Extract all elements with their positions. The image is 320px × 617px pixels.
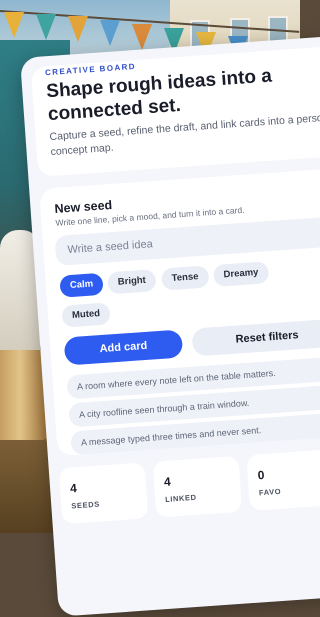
bunting-flag xyxy=(100,20,120,46)
stat-favorites: 0 FAVO xyxy=(246,449,320,512)
bunting-flag xyxy=(68,16,88,42)
bunting-flag xyxy=(4,12,24,38)
reset-filters-button[interactable]: Reset filters xyxy=(191,318,320,357)
creative-board-sheet: CREATIVE BOARD Shape rough ideas into a … xyxy=(20,34,320,617)
new-seed-panel: New seed Write one line, pick a mood, an… xyxy=(39,166,320,457)
stat-seeds: 4 SEEDS xyxy=(58,462,149,525)
stat-value: 4 xyxy=(69,481,78,496)
mood-chip-bright[interactable]: Bright xyxy=(107,269,157,295)
stat-label: FAVO xyxy=(258,486,282,498)
mood-chip-tense[interactable]: Tense xyxy=(161,265,210,291)
mood-chip-calm[interactable]: Calm xyxy=(59,272,104,298)
mood-chip-dreamy[interactable]: Dreamy xyxy=(212,261,270,287)
stat-linked: 4 LINKED xyxy=(152,455,243,518)
stat-label: SEEDS xyxy=(71,499,101,511)
stat-value: 0 xyxy=(257,467,265,483)
stat-value: 4 xyxy=(163,474,172,489)
add-card-button[interactable]: Add card xyxy=(63,329,184,366)
hero-card: CREATIVE BOARD Shape rough ideas into a … xyxy=(30,45,320,178)
bunting-flag xyxy=(36,14,56,40)
stat-label: LINKED xyxy=(164,492,197,504)
mood-chip-muted[interactable]: Muted xyxy=(61,302,111,328)
bunting-flag xyxy=(132,24,152,50)
new-seed-title: New seed xyxy=(54,197,113,216)
